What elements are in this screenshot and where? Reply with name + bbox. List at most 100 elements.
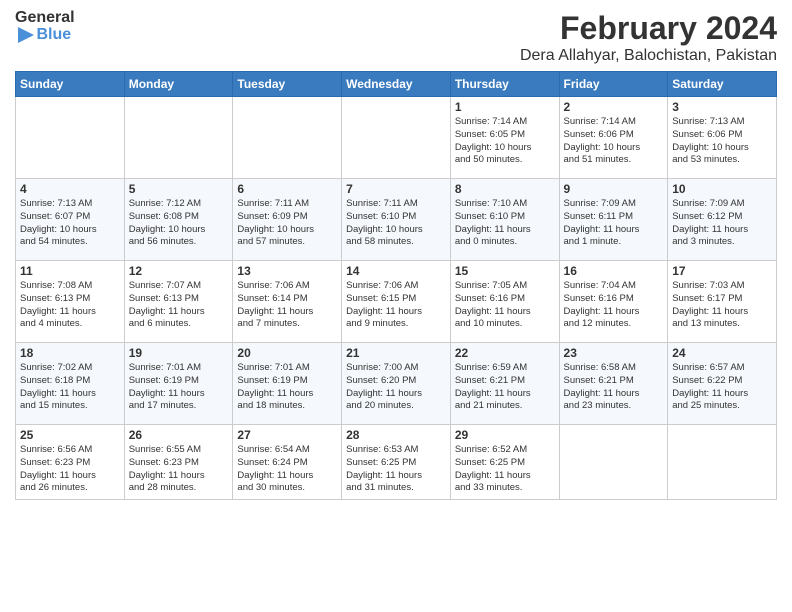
day-info: Sunrise: 7:02 AM Sunset: 6:18 PM Dayligh… [20, 362, 120, 413]
col-friday: Friday [559, 72, 668, 97]
table-row [16, 97, 125, 179]
day-number: 12 [129, 264, 229, 278]
table-row: 25 Sunrise: 6:56 AM Sunset: 6:23 PM Dayli… [16, 425, 125, 500]
day-number: 21 [346, 346, 446, 360]
logo-general-text: General [15, 10, 75, 26]
table-row: 5 Sunrise: 7:12 AM Sunset: 6:08 PM Daylig… [124, 179, 233, 261]
table-row: 10Sunrise: 7:09 AM Sunset: 6:12 PM Dayli… [668, 179, 777, 261]
page: GeneralBlue February 2024 Dera Allahyar,… [0, 0, 792, 612]
table-row: 17 Sunrise: 7:03 AM Sunset: 6:17 PM Dayli… [668, 261, 777, 343]
day-number: 20 [237, 346, 337, 360]
table-row: 11 Sunrise: 7:08 AM Sunset: 6:13 PM Dayli… [16, 261, 125, 343]
day-number: 25 [20, 428, 120, 442]
calendar-table: Sunday Monday Tuesday Wednesday Thursday… [15, 71, 777, 500]
table-row: 12 Sunrise: 7:07 AM Sunset: 6:13 PM Dayli… [124, 261, 233, 343]
day-info: Sunrise: 7:13 AM Sunset: 6:06 PM Dayligh… [672, 116, 772, 167]
day-info: Sunrise: 7:03 AM Sunset: 6:17 PM Dayligh… [672, 280, 772, 331]
title-area: February 2024 Dera Allahyar, Balochistan… [520, 10, 777, 65]
calendar-header-row: Sunday Monday Tuesday Wednesday Thursday… [16, 72, 777, 97]
table-row: 19 Sunrise: 7:01 AM Sunset: 6:19 PM Dayli… [124, 343, 233, 425]
table-row: 27Sunrise: 6:54 AM Sunset: 6:24 PM Dayli… [233, 425, 342, 500]
day-info: Sunrise: 7:14 AM Sunset: 6:05 PM Dayligh… [455, 116, 555, 167]
col-tuesday: Tuesday [233, 72, 342, 97]
day-info: Sunrise: 7:14 AM Sunset: 6:06 PM Dayligh… [564, 116, 664, 167]
day-info: Sunrise: 6:59 AM Sunset: 6:21 PM Dayligh… [455, 362, 555, 413]
table-row: 8 Sunrise: 7:10 AM Sunset: 6:10 PM Daylig… [450, 179, 559, 261]
header: GeneralBlue February 2024 Dera Allahyar,… [15, 10, 777, 65]
day-number: 8 [455, 182, 555, 196]
day-number: 17 [672, 264, 772, 278]
day-number: 9 [564, 182, 664, 196]
day-number: 23 [564, 346, 664, 360]
table-row [233, 97, 342, 179]
day-number: 5 [129, 182, 229, 196]
day-info: Sunrise: 7:11 AM Sunset: 6:10 PM Dayligh… [346, 198, 446, 249]
table-row: 7 Sunrise: 7:11 AM Sunset: 6:10 PM Daylig… [342, 179, 451, 261]
day-info: Sunrise: 7:06 AM Sunset: 6:14 PM Dayligh… [237, 280, 337, 331]
table-row: 20 Sunrise: 7:01 AM Sunset: 6:19 PM Dayli… [233, 343, 342, 425]
day-info: Sunrise: 7:10 AM Sunset: 6:10 PM Dayligh… [455, 198, 555, 249]
day-number: 2 [564, 100, 664, 114]
day-number: 14 [346, 264, 446, 278]
day-info: Sunrise: 7:04 AM Sunset: 6:16 PM Dayligh… [564, 280, 664, 331]
table-row: 6 Sunrise: 7:11 AM Sunset: 6:09 PM Daylig… [233, 179, 342, 261]
col-wednesday: Wednesday [342, 72, 451, 97]
col-sunday: Sunday [16, 72, 125, 97]
table-row: 28Sunrise: 6:53 AM Sunset: 6:25 PM Dayli… [342, 425, 451, 500]
table-row: 2 Sunrise: 7:14 AM Sunset: 6:06 PM Daylig… [559, 97, 668, 179]
day-info: Sunrise: 7:12 AM Sunset: 6:08 PM Dayligh… [129, 198, 229, 249]
table-row: 9 Sunrise: 7:09 AM Sunset: 6:11 PM Daylig… [559, 179, 668, 261]
table-row: 4 Sunrise: 7:13 AM Sunset: 6:07 PM Daylig… [16, 179, 125, 261]
col-monday: Monday [124, 72, 233, 97]
day-number: 4 [20, 182, 120, 196]
day-number: 7 [346, 182, 446, 196]
day-number: 29 [455, 428, 555, 442]
day-info: Sunrise: 7:13 AM Sunset: 6:07 PM Dayligh… [20, 198, 120, 249]
day-number: 16 [564, 264, 664, 278]
day-info: Sunrise: 7:01 AM Sunset: 6:19 PM Dayligh… [237, 362, 337, 413]
day-info: Sunrise: 7:07 AM Sunset: 6:13 PM Dayligh… [129, 280, 229, 331]
day-number: 13 [237, 264, 337, 278]
day-number: 22 [455, 346, 555, 360]
table-row: 29 Sunrise: 6:52 AM Sunset: 6:25 PM Dayli… [450, 425, 559, 500]
day-number: 19 [129, 346, 229, 360]
day-number: 15 [455, 264, 555, 278]
day-info: Sunrise: 7:08 AM Sunset: 6:13 PM Dayligh… [20, 280, 120, 331]
col-saturday: Saturday [668, 72, 777, 97]
blue-triangle-icon [18, 27, 34, 43]
day-number: 26 [129, 428, 229, 442]
day-number: 11 [20, 264, 120, 278]
day-info: Sunrise: 7:11 AM Sunset: 6:09 PM Dayligh… [237, 198, 337, 249]
calendar-title: February 2024 [520, 10, 777, 47]
table-row [124, 97, 233, 179]
logo-area: GeneralBlue [15, 10, 75, 44]
day-info: Sunrise: 6:58 AM Sunset: 6:21 PM Dayligh… [564, 362, 664, 413]
day-info: Sunrise: 7:00 AM Sunset: 6:20 PM Dayligh… [346, 362, 446, 413]
day-number: 6 [237, 182, 337, 196]
day-info: Sunrise: 7:06 AM Sunset: 6:15 PM Dayligh… [346, 280, 446, 331]
day-info: Sunrise: 6:54 AM Sunset: 6:24 PM Dayligh… [237, 444, 337, 495]
day-number: 10 [672, 182, 772, 196]
day-number: 24 [672, 346, 772, 360]
day-info: Sunrise: 6:56 AM Sunset: 6:23 PM Dayligh… [20, 444, 120, 495]
day-info: Sunrise: 6:55 AM Sunset: 6:23 PM Dayligh… [129, 444, 229, 495]
day-number: 1 [455, 100, 555, 114]
table-row: 1 Sunrise: 7:14 AM Sunset: 6:05 PM Daylig… [450, 97, 559, 179]
table-row: 15 Sunrise: 7:05 AM Sunset: 6:16 PM Dayli… [450, 261, 559, 343]
day-info: Sunrise: 6:53 AM Sunset: 6:25 PM Dayligh… [346, 444, 446, 495]
table-row: 14 Sunrise: 7:06 AM Sunset: 6:15 PM Dayli… [342, 261, 451, 343]
day-info: Sunrise: 6:52 AM Sunset: 6:25 PM Dayligh… [455, 444, 555, 495]
table-row: 16 Sunrise: 7:04 AM Sunset: 6:16 PM Dayli… [559, 261, 668, 343]
day-info: Sunrise: 7:05 AM Sunset: 6:16 PM Dayligh… [455, 280, 555, 331]
table-row: 24 Sunrise: 6:57 AM Sunset: 6:22 PM Dayli… [668, 343, 777, 425]
table-row: 13 Sunrise: 7:06 AM Sunset: 6:14 PM Dayli… [233, 261, 342, 343]
logo-blue-text: Blue [36, 26, 71, 44]
table-row [559, 425, 668, 500]
day-info: Sunrise: 7:09 AM Sunset: 6:11 PM Dayligh… [564, 198, 664, 249]
day-number: 18 [20, 346, 120, 360]
table-row: 21 Sunrise: 7:00 AM Sunset: 6:20 PM Dayli… [342, 343, 451, 425]
day-info: Sunrise: 7:01 AM Sunset: 6:19 PM Dayligh… [129, 362, 229, 413]
table-row: 3Sunrise: 7:13 AM Sunset: 6:06 PM Daylig… [668, 97, 777, 179]
table-row [668, 425, 777, 500]
day-info: Sunrise: 6:57 AM Sunset: 6:22 PM Dayligh… [672, 362, 772, 413]
